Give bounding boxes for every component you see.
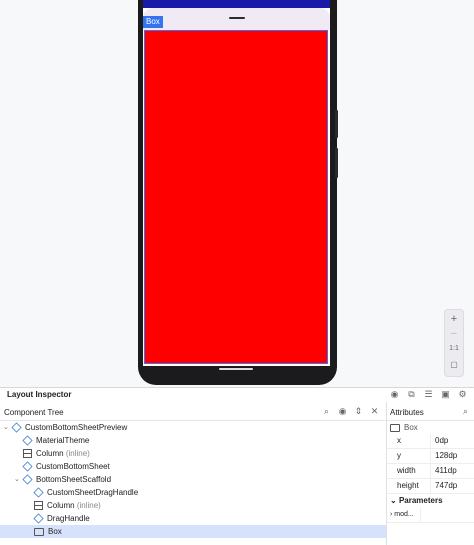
device-screen (143, 0, 330, 366)
tree-label: BottomSheetScaffold (36, 475, 112, 484)
tree-row[interactable]: Column (inline) (0, 499, 386, 512)
expand-icon[interactable]: ⇕ (353, 406, 364, 417)
compose-icon (33, 487, 44, 498)
attribute-key: x (387, 434, 431, 448)
search-icon[interactable]: ⌕ (460, 406, 471, 417)
chevron-down-icon[interactable]: ⌄ (14, 473, 20, 486)
volume-button (335, 110, 338, 138)
tree-label: Box (48, 527, 62, 536)
attribute-row[interactable]: width 411dp (387, 464, 474, 479)
zoom-out-button[interactable]: − (445, 328, 463, 340)
device-preview-canvas: Box + − 1:1 ▢ (0, 0, 474, 387)
column-icon (23, 449, 32, 459)
layout-inspector-panel: Layout Inspector ◉ ⧉ ☰ ▣ ⚙ Component Tre… (0, 387, 474, 545)
chevron-down-icon[interactable]: ⌄ (3, 421, 9, 434)
collapse-icon[interactable]: ✕ (369, 406, 380, 417)
home-indicator (219, 368, 253, 370)
tree-label: Column (36, 449, 64, 458)
inline-hint: (inline) (76, 501, 101, 510)
compose-icon (22, 461, 33, 472)
tree-label: CustomBottomSheet (36, 462, 110, 471)
attribute-value: 411dp (435, 466, 457, 475)
attribute-key: y (387, 449, 431, 463)
tree-row[interactable]: MaterialTheme (0, 434, 386, 447)
modifier-label: mod... (394, 511, 414, 518)
selection-tag: Box (143, 16, 163, 28)
attributes-header: Attributes ⌕ (387, 404, 474, 421)
attribute-row[interactable]: height 747dp (387, 479, 474, 494)
tree-settings-icon[interactable]: ☰ (423, 389, 434, 400)
gear-icon[interactable]: ⚙ (457, 389, 468, 400)
column-icon (34, 501, 43, 511)
panel-title: Layout Inspector (7, 390, 72, 399)
tree-row[interactable]: Column (inline) (0, 447, 386, 460)
selected-box[interactable] (144, 30, 328, 364)
attribute-value: 747dp (435, 481, 458, 490)
fit-screen-icon[interactable]: ▢ (445, 360, 463, 369)
parameters-section[interactable]: ⌄ Parameters (387, 494, 474, 508)
component-tree: ⌄ CustomBottomSheetPreview MaterialTheme… (0, 421, 386, 538)
compose-icon (11, 422, 22, 433)
box-icon (34, 527, 44, 536)
tree-label: MaterialTheme (36, 436, 90, 445)
component-tree-label: Component Tree (4, 408, 64, 417)
tree-label: Column (47, 501, 75, 510)
tree-label: DragHandle (47, 514, 90, 523)
tree-row[interactable]: ⌄ CustomBottomSheetPreview (0, 421, 386, 434)
zoom-in-button[interactable]: + (445, 313, 463, 325)
panel-header: Layout Inspector ◉ ⧉ ☰ ▣ ⚙ (0, 388, 474, 402)
attribute-key: height (387, 479, 431, 493)
tree-row-selected[interactable]: Box (0, 525, 386, 538)
attribute-row[interactable]: x 0dp (387, 434, 474, 449)
compose-icon (33, 513, 44, 524)
tree-label: CustomSheetDragHandle (47, 488, 139, 497)
component-tree-header: Component Tree ⌕ ◉ ⇕ ✕ (0, 404, 386, 421)
drag-handle (229, 17, 245, 19)
tree-row[interactable]: CustomSheetDragHandle (0, 486, 386, 499)
tree-row[interactable]: CustomBottomSheet (0, 460, 386, 473)
attributes-panel: Attributes ⌕ Box x 0dp y 128dp width 411dp … (387, 404, 474, 523)
attribute-value: 0dp (435, 436, 449, 445)
status-bar (143, 0, 330, 8)
zoom-controls: + − 1:1 ▢ (444, 309, 464, 377)
compose-icon (22, 474, 33, 485)
modifier-row[interactable]: › mod... (387, 508, 474, 523)
attributes-label: Attributes (390, 408, 424, 417)
chevron-down-icon[interactable]: ⌄ (390, 496, 399, 505)
tree-row[interactable]: DragHandle (0, 512, 386, 525)
bottom-sheet-top (143, 8, 330, 30)
selected-component: Box (387, 421, 474, 434)
tree-row[interactable]: ⌄ BottomSheetScaffold (0, 473, 386, 486)
attribute-row[interactable]: y 128dp (387, 449, 474, 464)
parameters-label: Parameters (398, 496, 443, 505)
tree-label: CustomBottomSheetPreview (25, 423, 128, 432)
layout-icon[interactable]: ▣ (440, 389, 451, 400)
box-icon (390, 423, 400, 432)
inline-hint: (inline) (65, 449, 90, 458)
eye-icon[interactable]: ◉ (389, 389, 400, 400)
attribute-value: 128dp (435, 451, 458, 460)
actual-size-button[interactable]: 1:1 (445, 345, 463, 352)
compose-icon (22, 435, 33, 446)
power-button (335, 148, 338, 178)
visibility-icon[interactable]: ◉ (337, 406, 348, 417)
attribute-key: width (387, 464, 431, 478)
search-icon[interactable]: ⌕ (321, 406, 332, 417)
snapshot-icon[interactable]: ⧉ (406, 389, 417, 400)
selected-component-label: Box (404, 423, 418, 432)
